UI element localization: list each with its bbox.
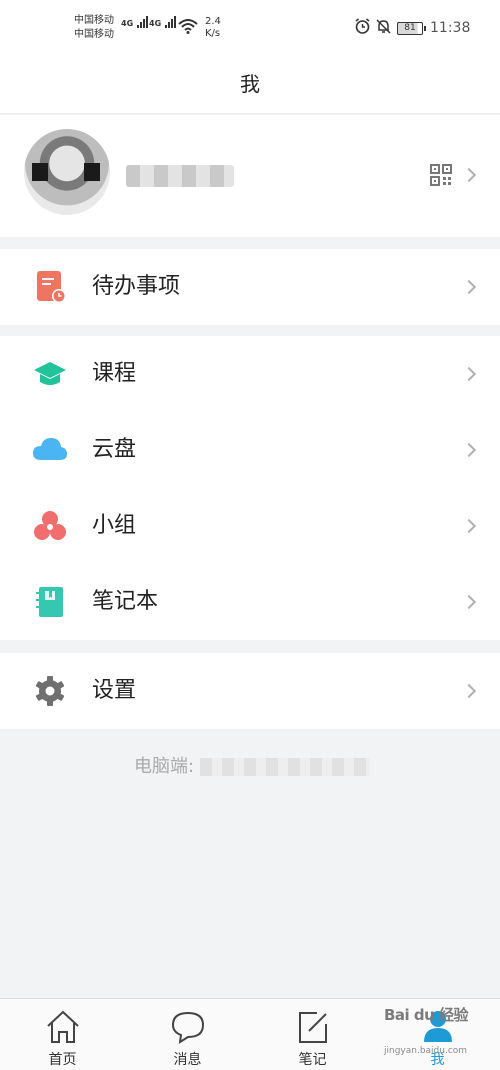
clock: 11:38	[430, 20, 471, 36]
baidu-watermark-url: jingyan.baidu.com	[384, 1046, 468, 1056]
speed-value: 2.4	[205, 16, 221, 27]
menu-label-course: 课程	[92, 361, 137, 386]
tab-label-home: 首页	[48, 1052, 77, 1068]
username: ···	[126, 165, 234, 187]
carrier-labels: 中国移动 中国移动	[74, 14, 114, 42]
tab-home[interactable]: 首页	[0, 999, 125, 1070]
menu-item-cloud[interactable]: 云盘	[0, 412, 500, 488]
gear-icon	[35, 676, 65, 706]
menu-label-cloud: 云盘	[92, 437, 137, 462]
signal-icon-2: 4G	[149, 16, 177, 28]
chevron-right-icon	[461, 594, 477, 610]
chevron-right-icon	[461, 442, 477, 458]
group-icon	[34, 511, 66, 540]
home-icon	[47, 1010, 79, 1043]
tab-messages[interactable]: 消息	[125, 999, 250, 1070]
tab-label-messages: 消息	[173, 1052, 202, 1068]
profile-card[interactable]: ···	[0, 115, 500, 237]
page-title: 我	[0, 58, 500, 114]
baidu-watermark: Bai du 经验	[384, 1006, 469, 1024]
features-section: 课程 云盘 小组 笔记本	[0, 336, 500, 640]
network-type-1: 4G	[121, 19, 134, 28]
tab-notes[interactable]: 笔记	[250, 999, 375, 1070]
battery-icon: 81	[397, 22, 426, 35]
menu-item-notebook[interactable]: 笔记本	[0, 564, 500, 640]
notebook-icon	[36, 587, 63, 617]
pc-label: 电脑端:	[134, 756, 195, 777]
chat-bubble-icon	[171, 1011, 205, 1044]
cloud-icon	[33, 438, 67, 460]
pc-address-redacted	[200, 758, 371, 776]
chevron-right-icon	[461, 167, 477, 183]
network-speed: 2.4 K/s	[205, 16, 221, 40]
chevron-right-icon	[461, 683, 477, 699]
pc-address-note: 电脑端:	[0, 752, 500, 778]
menu-label-group: 小组	[92, 513, 137, 538]
avatar[interactable]	[24, 129, 110, 215]
carrier-2: 中国移动	[74, 29, 114, 40]
wifi-icon	[178, 19, 198, 34]
menu-item-group[interactable]: 小组	[0, 488, 500, 564]
carrier-1: 中国移动	[74, 15, 114, 26]
graduation-cap-icon	[34, 362, 66, 385]
menu-item-todo[interactable]: 待办事项	[0, 249, 500, 325]
menu-label-todo: 待办事项	[92, 274, 181, 299]
chevron-right-icon	[461, 366, 477, 382]
settings-section: 设置	[0, 653, 500, 729]
mute-bell-icon	[376, 19, 391, 34]
qr-code-icon[interactable]	[430, 164, 452, 186]
chevron-right-icon	[461, 279, 477, 295]
network-type-2: 4G	[149, 19, 162, 28]
menu-label-settings: 设置	[92, 678, 137, 703]
menu-item-course[interactable]: 课程	[0, 336, 500, 412]
tab-label-notes: 笔记	[298, 1052, 327, 1068]
chevron-right-icon	[461, 518, 477, 534]
todo-calendar-icon	[37, 271, 66, 303]
speed-unit: K/s	[205, 28, 221, 39]
signal-icon: 4G	[121, 16, 149, 28]
menu-item-settings[interactable]: 设置	[0, 653, 500, 729]
menu-label-notebook: 笔记本	[92, 589, 159, 614]
edit-note-icon	[299, 1012, 327, 1043]
alarm-icon	[355, 18, 370, 34]
status-bar: 中国移动 中国移动 4G 4G 2.4 K/s 81 11:38	[0, 0, 500, 58]
todo-section: 待办事项	[0, 249, 500, 325]
